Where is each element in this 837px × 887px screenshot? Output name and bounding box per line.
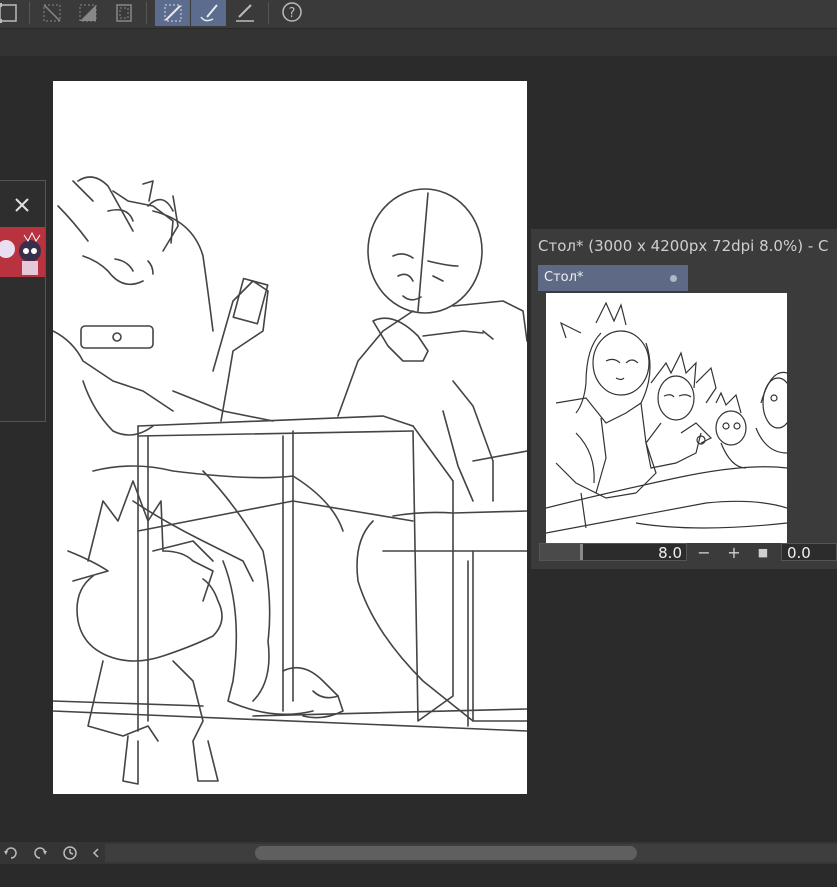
ruler-pen-icon[interactable] xyxy=(231,0,259,26)
zoom-value: 8.0 xyxy=(658,544,682,562)
select-none-icon[interactable] xyxy=(38,0,66,26)
status-strip xyxy=(0,864,837,887)
undo-icon[interactable] xyxy=(2,844,20,862)
navigator-title: Стол* (3000 x 4200px 72dpi 8.0%) - C xyxy=(538,237,829,255)
horizontal-scrollbar[interactable] xyxy=(105,844,837,862)
reference-thumbnail[interactable] xyxy=(0,227,45,277)
zoom-slider-fill xyxy=(540,544,582,560)
zoom-slider-handle[interactable] xyxy=(580,544,583,560)
zoom-in-button[interactable]: + xyxy=(723,543,745,562)
reference-panel xyxy=(0,180,46,422)
zoom-reset-button[interactable]: ■ xyxy=(752,543,774,561)
svg-text:?: ? xyxy=(289,6,296,21)
top-toolbar: ? xyxy=(0,0,837,29)
sketch-drawing xyxy=(53,176,527,785)
transform-icon[interactable] xyxy=(0,0,22,26)
redo-icon[interactable] xyxy=(31,844,49,862)
navigator-panel: Стол* (3000 x 4200px 72dpi 8.0%) - C Сто… xyxy=(531,229,837,569)
navigator-controls: 8.0 − + ■ 0.0 xyxy=(539,543,837,563)
tab-stol[interactable]: Стол* xyxy=(538,265,688,291)
toolbar-separator xyxy=(29,2,30,24)
toolbar-separator xyxy=(146,2,147,24)
rotation-field[interactable]: 0.0 xyxy=(781,543,837,562)
pen-icon[interactable] xyxy=(155,0,190,26)
invert-selection-icon[interactable] xyxy=(74,0,102,26)
marquee-icon[interactable] xyxy=(110,0,138,26)
scrollbar-thumb[interactable] xyxy=(255,846,637,860)
bottom-bar xyxy=(0,842,837,864)
history-icon[interactable] xyxy=(61,844,79,862)
toolbar-separator xyxy=(268,2,269,24)
close-icon[interactable] xyxy=(10,193,34,217)
navigator-preview-drawing xyxy=(546,301,787,534)
help-icon[interactable]: ? xyxy=(278,0,306,26)
tab-label: Стол* xyxy=(544,270,584,285)
sub-toolbar xyxy=(0,29,837,56)
zoom-out-button[interactable]: − xyxy=(693,543,715,562)
tab-close-icon[interactable] xyxy=(670,275,677,282)
eraser-brush-icon[interactable] xyxy=(191,0,226,26)
navigator-preview[interactable] xyxy=(546,293,787,543)
zoom-slider[interactable]: 8.0 xyxy=(539,543,687,562)
canvas-page[interactable] xyxy=(53,81,527,794)
rotation-value: 0.0 xyxy=(787,544,811,562)
scroll-left-icon[interactable] xyxy=(87,844,105,862)
